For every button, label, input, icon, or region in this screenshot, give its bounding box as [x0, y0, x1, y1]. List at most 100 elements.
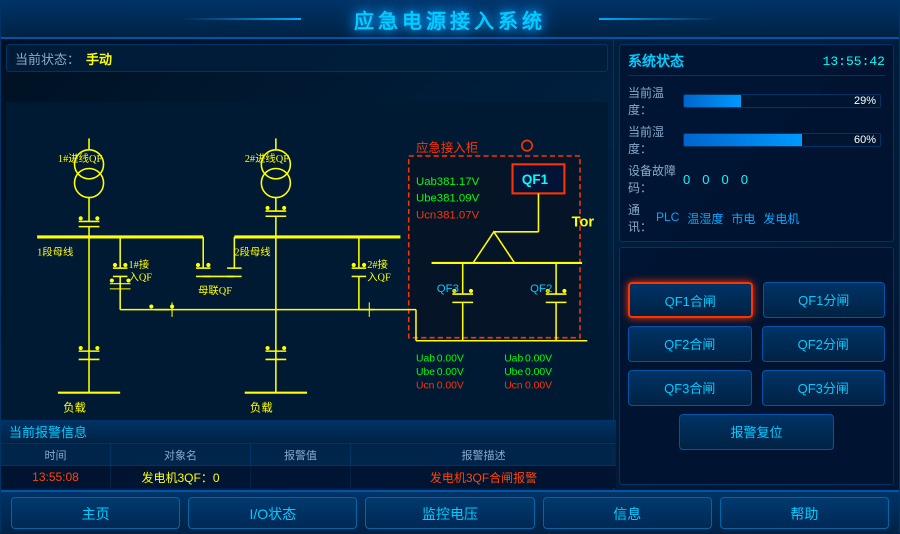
alarm-title: 当前报警信息	[9, 422, 87, 441]
svg-text:母联QF: 母联QF	[198, 285, 232, 297]
svg-text:Ube: Ube	[416, 367, 435, 378]
humidity-row: 当前湿度： 60%	[628, 123, 885, 157]
svg-text:Uab: Uab	[416, 354, 435, 365]
alarm-header: 当前报警信息	[1, 420, 616, 444]
qf1-close-button[interactable]: QF1合闸	[628, 282, 753, 318]
alarm-row: 13:55:08 发电机3QF：0 发电机3QF合闸报警	[1, 466, 616, 488]
svg-text:0.00V: 0.00V	[437, 367, 464, 378]
svg-text:负载: 负载	[63, 400, 86, 414]
svg-text:Uab: Uab	[416, 176, 437, 188]
qf3-btn-row: QF3合闸 QF3分闸	[628, 370, 885, 406]
svg-text:应急接入柜: 应急接入柜	[416, 140, 478, 155]
qf1-open-button[interactable]: QF1分闸	[763, 282, 886, 318]
humidity-bar: 60%	[683, 133, 881, 147]
svg-text:0.00V: 0.00V	[437, 381, 464, 392]
system-status-section: 系统状态 13:55:42 当前温度： 29% 当前湿度： 6	[619, 44, 894, 242]
nav-help-button[interactable]: 帮助	[720, 497, 889, 529]
comm-humidity: 温湿度	[687, 210, 723, 227]
svg-text:1段母线: 1段母线	[37, 246, 73, 259]
system-time: 13:55:42	[823, 54, 885, 69]
svg-text:Ube: Ube	[416, 193, 437, 205]
nav-voltage-button[interactable]: 监控电压	[365, 497, 534, 529]
system-status-header: 系统状态 13:55:42	[628, 51, 885, 76]
svg-text:Tor: Tor	[572, 215, 595, 231]
svg-text:1#进线QF: 1#进线QF	[58, 152, 103, 165]
humidity-value: 60%	[854, 134, 876, 146]
comm-row: 通 讯： PLC 温湿度 市电 发电机	[628, 201, 885, 235]
comm-grid: 市电	[731, 210, 755, 227]
nav-io-button[interactable]: I/O状态	[188, 497, 357, 529]
svg-text:1#接: 1#接	[128, 258, 149, 271]
qf2-open-button[interactable]: QF2分闸	[762, 326, 886, 362]
status-value: 手动	[86, 49, 112, 68]
status-bar: 当前状态： 手动	[6, 44, 608, 72]
reset-btn-row: 报警复位	[628, 414, 885, 450]
svg-text:Ube: Ube	[504, 367, 523, 378]
svg-text:Ucn: Ucn	[416, 209, 436, 221]
comm-plc: PLC	[656, 210, 679, 227]
nav-info-button[interactable]: 信息	[543, 497, 712, 529]
svg-text:Ucn: Ucn	[416, 381, 435, 392]
title-bar: 应急电源接入系统	[1, 1, 899, 39]
qf3-open-button[interactable]: QF3分闸	[762, 370, 886, 406]
alarm-cell-time: 13:55:08	[1, 466, 111, 488]
qf2-btn-row: QF2合闸 QF2分闸	[628, 326, 885, 362]
temperature-fill	[684, 95, 741, 107]
svg-text:Ucn: Ucn	[504, 381, 523, 392]
alarm-cell-value	[251, 466, 351, 488]
svg-text:2#接: 2#接	[367, 258, 388, 271]
alarm-cell-desc: 发电机3QF合闸报警	[351, 466, 616, 488]
comm-label: 通 讯：	[628, 201, 656, 235]
svg-text:入QF: 入QF	[128, 272, 152, 284]
alarm-section: 当前报警信息 时间 对象名 报警值 报警描述 13:55:08 发电机3QF：0…	[1, 420, 616, 488]
alarm-col-object: 对象名	[111, 444, 251, 465]
alarm-col-value: 报警值	[251, 444, 351, 465]
svg-text:Uab: Uab	[504, 354, 523, 365]
svg-text:0.00V: 0.00V	[437, 354, 464, 365]
alarm-table-header: 时间 对象名 报警值 报警描述	[1, 444, 616, 466]
qf2-close-button[interactable]: QF2合闸	[628, 326, 752, 362]
svg-text:0.00V: 0.00V	[525, 367, 552, 378]
temperature-value: 29%	[854, 95, 876, 107]
alarm-col-time: 时间	[1, 444, 111, 465]
page-title: 应急电源接入系统	[354, 5, 546, 34]
temperature-row: 当前温度： 29%	[628, 84, 885, 118]
alarm-cell-object: 发电机3QF：0	[111, 466, 251, 488]
svg-text:入QF: 入QF	[367, 272, 391, 284]
fault-value-3: 0	[741, 172, 748, 187]
temperature-label: 当前温度：	[628, 84, 683, 118]
fault-values: 0 0 0 0	[683, 172, 748, 187]
svg-text:381.09V: 381.09V	[437, 193, 480, 205]
fault-value-0: 0	[683, 172, 690, 187]
fault-label: 设备故障码：	[628, 162, 683, 196]
svg-text:381.07V: 381.07V	[437, 209, 480, 221]
bottom-nav: 主页 I/O状态 监控电压 信息 帮助	[1, 490, 899, 534]
fault-row: 设备故障码： 0 0 0 0	[628, 162, 885, 196]
humidity-fill	[684, 134, 802, 146]
temperature-bar: 29%	[683, 94, 881, 108]
status-label: 当前状态：	[15, 49, 80, 68]
svg-text:0.00V: 0.00V	[525, 381, 552, 392]
right-panel: 系统状态 13:55:42 当前温度： 29% 当前湿度： 6	[614, 39, 899, 490]
svg-text:0.00V: 0.00V	[525, 354, 552, 365]
humidity-label: 当前湿度：	[628, 123, 683, 157]
qf1-btn-row: QF1合闸 QF1分闸	[628, 282, 885, 318]
svg-text:QF1: QF1	[522, 172, 549, 187]
fault-value-1: 0	[702, 172, 709, 187]
svg-text:2#进线QF: 2#进线QF	[245, 152, 290, 165]
alarm-col-desc: 报警描述	[351, 444, 616, 465]
svg-text:381.17V: 381.17V	[437, 176, 480, 188]
alarm-reset-button[interactable]: 报警复位	[679, 414, 834, 450]
comm-generator: 发电机	[763, 210, 799, 227]
control-section: QF1合闸 QF1分闸 QF2合闸 QF2分闸 QF3合闸 QF3分闸 报警复位	[619, 247, 894, 485]
fault-value-2: 0	[721, 172, 728, 187]
svg-text:QF3: QF3	[437, 283, 459, 295]
qf3-close-button[interactable]: QF3合闸	[628, 370, 752, 406]
svg-text:负载: 负载	[250, 400, 273, 414]
system-status-title: 系统状态	[628, 51, 684, 71]
nav-home-button[interactable]: 主页	[11, 497, 180, 529]
svg-text:QF2: QF2	[530, 283, 552, 295]
svg-text:2段母线: 2段母线	[234, 246, 270, 259]
comm-items: PLC 温湿度 市电 发电机	[656, 210, 799, 227]
main-container: 应急电源接入系统 当前状态： 手动	[0, 0, 900, 533]
